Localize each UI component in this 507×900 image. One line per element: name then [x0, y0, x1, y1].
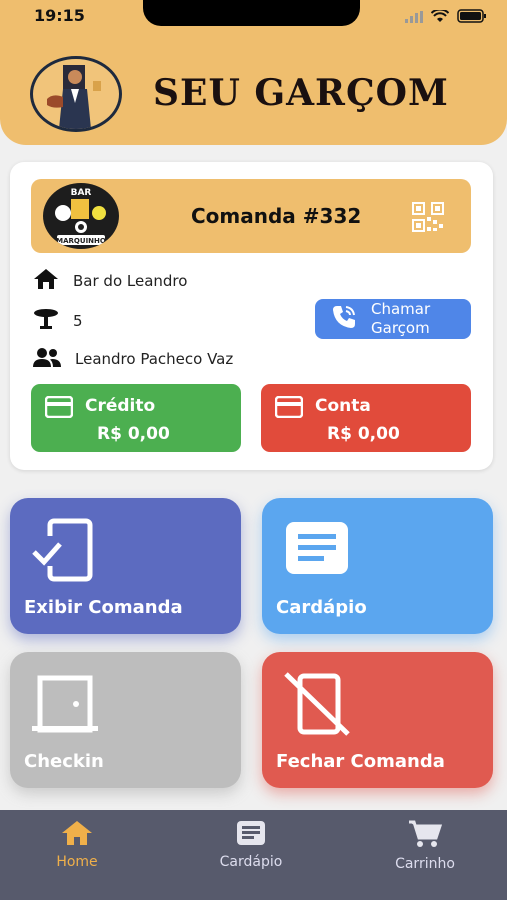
call-waiter-button[interactable]: Chamar Garçom [315, 299, 471, 339]
credit-card-icon [44, 395, 74, 422]
menu-tile[interactable]: Cardápio [262, 498, 493, 634]
close-comanda-label: Fechar Comanda [276, 751, 445, 772]
show-comanda-tile[interactable]: Exibir Comanda [10, 498, 241, 634]
status-icons [405, 8, 487, 27]
app-logo [30, 56, 122, 132]
nav-home-label: Home [56, 854, 98, 870]
conta-label: Conta [315, 396, 371, 416]
conta-button[interactable]: Conta R$ 0,00 [261, 384, 471, 452]
battery-icon [457, 8, 487, 27]
comanda-banner: BAR MARQUINHO Comanda #332 [31, 179, 471, 253]
home-icon [17, 820, 137, 850]
status-bar: 19:15 [0, 0, 507, 34]
menu-label: Cardápio [276, 597, 367, 618]
comanda-title: Comanda #332 [191, 204, 362, 228]
checkin-label: Checkin [24, 751, 104, 772]
bar-name: Bar do Leandro [73, 272, 188, 290]
app-header: 19:15 SEU GARÇOM [0, 0, 507, 145]
bar-logo-text-bottom: MARQUINHO [56, 237, 106, 245]
customer-name: Leandro Pacheco Vaz [75, 350, 234, 368]
phone-icon [331, 304, 357, 334]
bar-logo-text-top: BAR [71, 188, 92, 198]
bar-name-row: Bar do Leandro [33, 268, 187, 294]
nav-cart[interactable]: Carrinho [365, 820, 485, 872]
device-notch [143, 0, 360, 26]
nav-menu[interactable]: Cardápio [191, 820, 311, 870]
call-waiter-label-line1: Chamar [371, 300, 431, 318]
people-icon [33, 347, 61, 371]
customer-row: Leandro Pacheco Vaz [33, 347, 233, 371]
show-comanda-label: Exibir Comanda [24, 597, 183, 618]
table-icon [33, 308, 59, 334]
nav-cart-label: Carrinho [395, 856, 455, 872]
status-time: 19:15 [34, 6, 85, 25]
credit-button[interactable]: Crédito R$ 0,00 [31, 384, 241, 452]
tablet-check-icon [30, 518, 100, 586]
close-comanda-tile[interactable]: Fechar Comanda [262, 652, 493, 788]
credit-card-icon [274, 395, 304, 422]
nav-menu-label: Cardápio [219, 854, 283, 870]
qr-code-icon[interactable] [412, 202, 444, 236]
cart-icon [365, 820, 485, 852]
bottom-navigation: Home Cardápio Carrinho [0, 810, 507, 900]
app-title: SEU GARÇOM [153, 72, 449, 114]
call-waiter-label: Chamar Garçom [371, 300, 430, 338]
bar-logo: BAR MARQUINHO [43, 183, 119, 249]
wifi-icon [430, 8, 450, 27]
call-waiter-label-line2: Garçom [371, 319, 430, 337]
nav-home[interactable]: Home [17, 820, 137, 870]
checkin-tile[interactable]: Checkin [10, 652, 241, 788]
comanda-card: BAR MARQUINHO Comanda #332 Bar do Leandr… [10, 162, 493, 470]
door-icon [30, 672, 100, 740]
signal-icon [405, 8, 423, 27]
article-icon [191, 820, 311, 850]
table-number: 5 [73, 312, 83, 330]
article-icon [282, 518, 352, 586]
home-icon [33, 268, 59, 294]
conta-amount: R$ 0,00 [327, 424, 400, 444]
credit-label: Crédito [85, 396, 156, 416]
credit-amount: R$ 0,00 [97, 424, 170, 444]
table-row: 5 [33, 308, 83, 334]
tablet-off-icon [282, 672, 352, 740]
